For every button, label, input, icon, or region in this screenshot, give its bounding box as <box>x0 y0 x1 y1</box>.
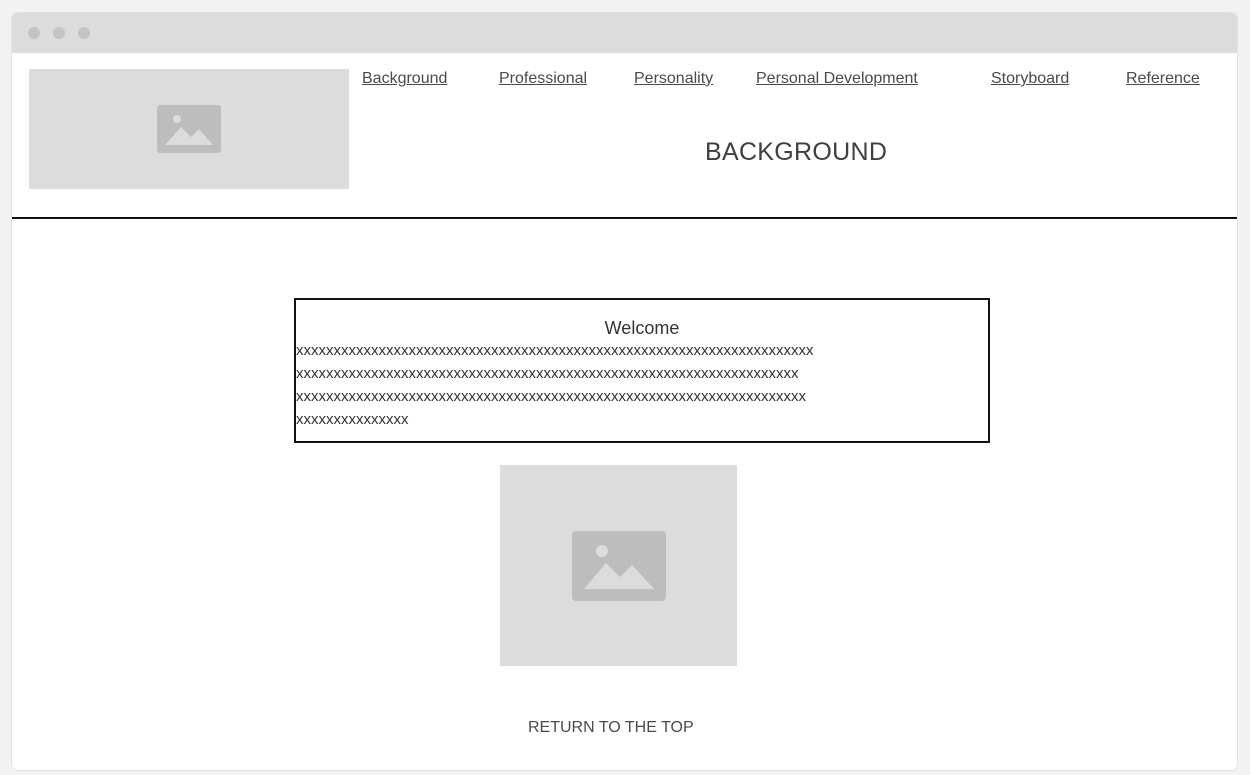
nav-link-professional[interactable]: Professional <box>499 70 587 88</box>
welcome-text-line: xxxxxxxxxxxxxxxxxxxxxxxxxxxxxxxxxxxxxxxx… <box>296 388 806 405</box>
welcome-box: Welcome xxxxxxxxxxxxxxxxxxxxxxxxxxxxxxxx… <box>294 298 990 443</box>
return-to-top-link[interactable]: RETURN TO THE TOP <box>528 719 694 737</box>
nav-link-personal-development[interactable]: Personal Development <box>756 70 918 88</box>
content-image-placeholder <box>500 465 737 666</box>
welcome-text-line: xxxxxxxxxxxxxxxxxxxxxxxxxxxxxxxxxxxxxxxx… <box>296 365 799 382</box>
nav-link-reference[interactable]: Reference <box>1126 70 1200 88</box>
nav-link-personality[interactable]: Personality <box>634 70 713 88</box>
nav-link-background[interactable]: Background <box>362 70 447 88</box>
window-maximize-dot[interactable] <box>78 27 90 39</box>
welcome-title: Welcome <box>604 318 680 338</box>
image-placeholder-icon <box>571 530 666 601</box>
nav-link-storyboard[interactable]: Storyboard <box>991 70 1069 88</box>
window-titlebar <box>12 13 1237 53</box>
welcome-text-line: xxxxxxxxxxxxxxxxxxxxxxxxxxxxxxxxxxxxxxxx… <box>296 342 814 359</box>
page-title: BACKGROUND <box>705 138 888 166</box>
image-placeholder-icon <box>157 105 221 153</box>
header-divider <box>12 217 1237 219</box>
welcome-text-line: xxxxxxxxxxxxxxx <box>296 411 409 428</box>
window-minimize-dot[interactable] <box>53 27 65 39</box>
window-close-dot[interactable] <box>28 27 40 39</box>
logo-image-placeholder <box>29 69 349 189</box>
welcome-text: xxxxxxxxxxxxxxxxxxxxxxxxxxxxxxxxxxxxxxxx… <box>296 339 988 431</box>
browser-window: Background Professional Personality Pers… <box>12 13 1237 770</box>
